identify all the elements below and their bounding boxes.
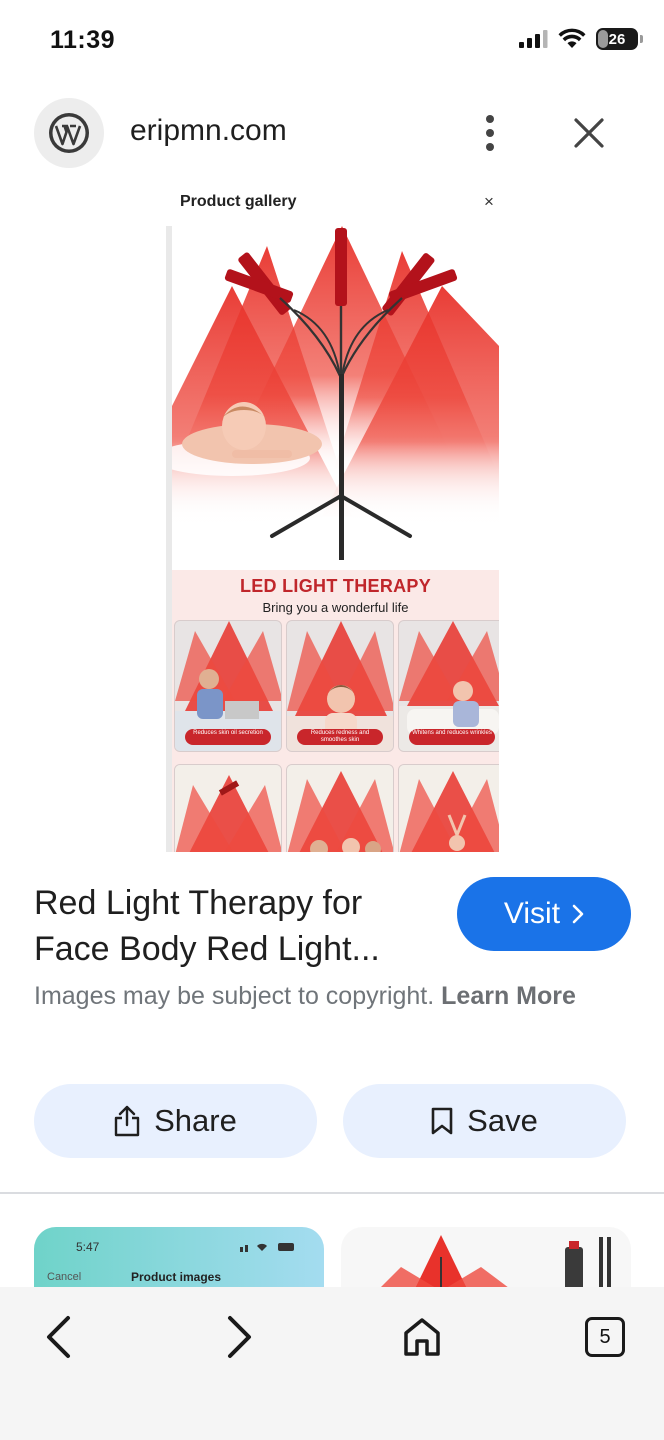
status-time: 11:39 [50,26,116,54]
save-button[interactable]: Save [343,1084,626,1158]
home-button[interactable] [394,1309,450,1365]
tile-caption: Reduces redness and smoothes skin [297,729,383,745]
banner-title: LED LIGHT THERAPY [239,576,432,596]
tile-caption: Reduces skin oil secretion [185,729,271,745]
battery-fill [598,30,608,48]
tile-photo [175,765,281,852]
result-title[interactable]: Red Light Therapy for Face Body Red Ligh… [34,880,434,972]
battery-icon: 26 [596,28,643,50]
related-cancel: Cancel [47,1271,82,1283]
site-header: eripmn.com [0,98,664,170]
related-time: 5:47 [76,1240,100,1254]
tile-woman-face: Reduces redness and smoothes skin [286,620,394,752]
bottom-navigation: 5 [0,1287,664,1440]
tile-yoga [398,764,499,852]
gallery-title: Product gallery [180,193,297,210]
therapy-banner: LED LIGHT THERAPY Bring you a wonderful … [172,570,499,852]
save-label: Save [467,1103,538,1138]
share-button[interactable]: Share [34,1084,317,1158]
chevron-right-icon [572,904,584,924]
status-icons-thumbnail [240,1243,294,1252]
back-button[interactable] [30,1309,86,1365]
forward-button[interactable] [212,1309,268,1365]
tile-man-laptop: Reduces skin oil secretion [174,620,282,752]
tabs-button[interactable]: 5 [577,1309,633,1365]
gallery-close-icon: × [484,192,494,211]
site-domain[interactable]: eripmn.com [130,114,287,148]
tile-caption: Whitens and reduces wrinkles [409,729,495,745]
banner-subtitle: Bring you a wonderful life [262,600,409,615]
battery-cap [640,35,643,43]
cellular-signal-icon [519,30,548,48]
tab-count-icon: 5 [585,1317,625,1357]
chevron-left-icon [47,1316,70,1358]
chevron-right-icon [228,1316,251,1358]
tile-woman-sofa: Whitens and reduces wrinkles [398,620,499,752]
wifi-icon [558,28,586,48]
tile-group [286,764,394,852]
tile-photo [399,765,499,852]
related-title: Product images [131,1270,222,1284]
tile-photo [287,765,393,852]
share-icon [114,1105,140,1137]
more-vertical-icon [486,115,494,151]
more-options-button[interactable] [470,110,510,156]
hero-photo [172,226,499,566]
wordpress-icon [49,113,89,153]
battery-percent: 26 [608,30,626,48]
site-logo[interactable] [34,98,104,168]
status-bar: 11:39 26 [0,0,664,84]
status-icons: 26 [518,28,643,50]
gallery-body: LED LIGHT THERAPY Bring you a wonderful … [166,226,499,852]
close-icon [574,118,604,148]
visit-label: Visit [503,897,561,930]
led-lamp-illustration [172,226,499,566]
section-divider [0,1192,664,1194]
copyright-notice: Images may be subject to copyright. Lear… [34,978,594,1015]
tile-massage [174,764,282,852]
share-label: Share [154,1103,237,1138]
learn-more-link[interactable]: Learn More [441,982,576,1010]
bookmark-icon [431,1107,453,1135]
close-button[interactable] [566,110,612,156]
home-icon [404,1318,440,1356]
product-image[interactable]: Product gallery × LED LIGHT THERAPY Brin… [166,182,499,852]
visit-button[interactable]: Visit [457,877,631,951]
copyright-text: Images may be subject to copyright. [34,982,435,1010]
